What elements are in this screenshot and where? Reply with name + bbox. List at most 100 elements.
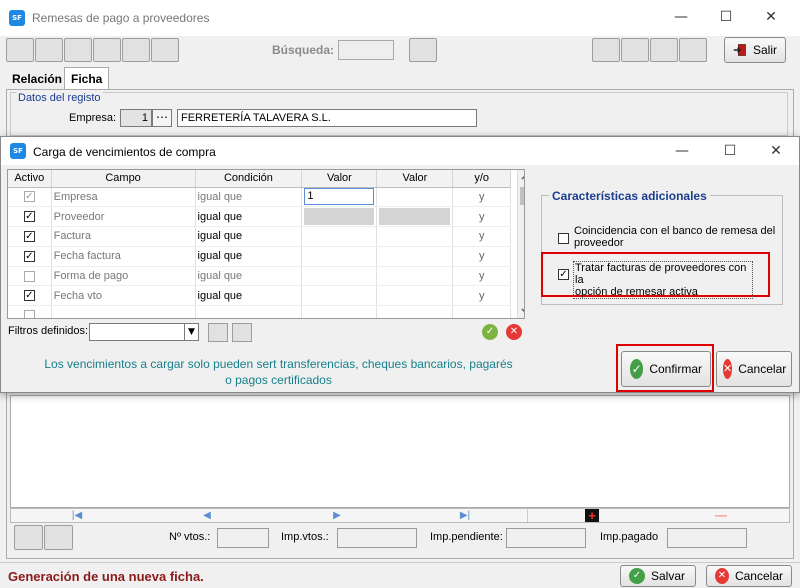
table-row[interactable] <box>8 305 511 318</box>
toolbar-button-1[interactable] <box>6 38 34 62</box>
tab-relacion[interactable]: Relación <box>6 68 68 90</box>
row-campo[interactable]: Proveedor <box>51 206 196 228</box>
row-campo[interactable] <box>51 305 196 318</box>
tab-ficha[interactable]: Ficha <box>64 67 110 90</box>
row-valor2[interactable] <box>376 246 454 267</box>
lower-button-1[interactable] <box>14 525 43 550</box>
row-condicion[interactable] <box>195 305 303 318</box>
row-valor2-cell[interactable] <box>379 208 451 226</box>
row-yo[interactable] <box>452 305 511 318</box>
row-campo[interactable]: Fecha vto <box>51 285 196 307</box>
nav-prev-icon[interactable]: ◀ <box>197 509 217 522</box>
filter-button-1[interactable] <box>208 323 228 342</box>
lower-button-2[interactable] <box>44 525 73 550</box>
reject-filter-icon[interactable]: ✕ <box>506 324 522 340</box>
row-valor1[interactable] <box>301 266 378 287</box>
chevron-down-icon[interactable]: ▼ <box>185 323 199 341</box>
row-valor2[interactable] <box>376 266 454 287</box>
row-valor1[interactable] <box>301 226 378 247</box>
exit-button[interactable]: Salir <box>724 37 786 63</box>
nav-next-icon[interactable]: ▶ <box>327 509 347 522</box>
row-condicion[interactable]: igual que <box>195 206 303 228</box>
row-condicion[interactable]: igual que <box>195 187 303 208</box>
row-condicion[interactable]: igual que <box>195 246 303 267</box>
row-condicion[interactable]: igual que <box>195 285 303 307</box>
scrollbar-thumb[interactable] <box>520 187 524 205</box>
cancel-button[interactable]: ✕ Cancelar <box>716 351 792 387</box>
row-active-checkbox[interactable] <box>23 310 35 318</box>
dialog-maximize-button[interactable]: ☐ <box>707 136 753 166</box>
row-campo[interactable]: Empresa <box>51 187 196 208</box>
records-list-pane[interactable] <box>10 395 790 508</box>
row-valor1-cell[interactable] <box>304 208 375 226</box>
row-active-checkbox[interactable]: ✓ <box>23 231 35 243</box>
maximize-button[interactable]: ☐ <box>703 2 749 32</box>
row-active-checkbox[interactable]: ✓ <box>23 191 35 203</box>
status-cancel-button[interactable]: ✕ Cancelar <box>706 565 792 587</box>
toolbar-button-10[interactable] <box>679 38 707 62</box>
row-active-checkbox[interactable]: ✓ <box>23 250 35 262</box>
search-input[interactable] <box>338 40 394 60</box>
row-condicion[interactable]: igual que <box>195 266 303 287</box>
col-header-valor1[interactable]: Valor <box>301 170 378 188</box>
row-valor1[interactable] <box>301 285 378 307</box>
table-row[interactable]: ✓ Empresa igual que 1 y <box>8 187 511 208</box>
toolbar-button-7[interactable] <box>592 38 620 62</box>
row-yo[interactable]: y <box>452 266 511 287</box>
confirm-button[interactable]: ✓ Confirmar <box>621 351 711 387</box>
row-valor2[interactable] <box>376 305 454 318</box>
scroll-down-icon[interactable] <box>521 308 525 314</box>
nav-first-icon[interactable]: |◀ <box>67 509 87 522</box>
dialog-close-button[interactable]: ✕ <box>753 136 799 166</box>
remove-record-icon[interactable]: — <box>711 509 731 521</box>
minimize-button[interactable]: — <box>658 2 704 32</box>
toolbar-button-9[interactable] <box>650 38 678 62</box>
toolbar-button-2[interactable] <box>35 38 63 62</box>
table-row[interactable]: Forma de pago igual que y <box>8 266 511 287</box>
row-valor1[interactable] <box>301 305 378 318</box>
dialog-minimize-button[interactable]: — <box>659 136 705 166</box>
row-yo[interactable]: y <box>452 246 511 267</box>
toolbar-button-5[interactable] <box>122 38 150 62</box>
empresa-name-field[interactable]: FERRETERÍA TALAVERA S.L. <box>177 109 477 127</box>
col-header-campo[interactable]: Campo <box>51 170 196 188</box>
row-condicion[interactable]: igual que <box>195 226 303 247</box>
save-button[interactable]: ✓ Salvar <box>620 565 696 587</box>
row-valor2[interactable] <box>376 226 454 247</box>
toolbar-button-8[interactable] <box>621 38 649 62</box>
row-active-checkbox[interactable]: ✓ <box>23 290 35 302</box>
row-campo[interactable]: Fecha factura <box>51 246 196 267</box>
toolbar-button-3[interactable] <box>64 38 92 62</box>
row-active-checkbox[interactable] <box>23 270 35 282</box>
nav-last-icon[interactable]: ▶| <box>455 509 475 522</box>
filter-button-2[interactable] <box>232 323 252 342</box>
row-campo[interactable]: Forma de pago <box>51 266 196 287</box>
col-header-activo[interactable]: Activo <box>8 170 52 188</box>
table-row[interactable]: ✓ Fecha vto igual que y <box>8 285 511 307</box>
row-yo[interactable]: y <box>452 206 511 228</box>
row-valor2[interactable] <box>376 285 454 307</box>
toolbar-button-6[interactable] <box>151 38 179 62</box>
table-row[interactable]: ✓ Proveedor igual que y <box>8 206 511 228</box>
empresa-code-field[interactable]: 1 <box>120 109 152 127</box>
row-valor1-input[interactable]: 1 <box>304 188 375 206</box>
col-header-condicion[interactable]: Condición <box>195 170 303 188</box>
grid-scrollbar[interactable] <box>517 170 525 318</box>
remesar-active-checkbox[interactable]: ✓ <box>558 269 569 280</box>
accept-filter-icon[interactable]: ✓ <box>482 324 498 340</box>
scroll-up-icon[interactable] <box>521 174 525 180</box>
row-active-checkbox[interactable]: ✓ <box>23 211 35 223</box>
empresa-lookup-button[interactable]: ⋯ <box>152 109 172 127</box>
add-record-icon[interactable]: + <box>585 509 599 522</box>
close-button[interactable]: ✕ <box>748 2 794 32</box>
row-campo[interactable]: Factura <box>51 226 196 247</box>
row-yo[interactable]: y <box>452 187 511 208</box>
row-yo[interactable]: y <box>452 226 511 247</box>
table-row[interactable]: ✓ Factura igual que y <box>8 226 511 247</box>
row-valor1[interactable] <box>301 246 378 267</box>
toolbar-button-4[interactable] <box>93 38 121 62</box>
row-yo[interactable]: y <box>452 285 511 307</box>
filters-combo[interactable] <box>89 323 185 341</box>
table-row[interactable]: ✓ Fecha factura igual que y <box>8 246 511 267</box>
col-header-valor2[interactable]: Valor <box>376 170 454 188</box>
